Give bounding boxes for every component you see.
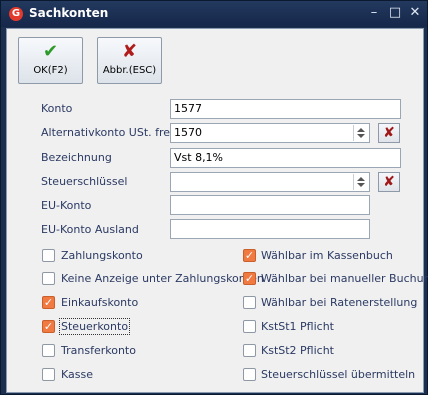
ratenerstellung-label[interactable]: Wählbar bei Ratenerstellung [261, 296, 417, 309]
spin-down-icon[interactable] [357, 134, 365, 138]
title-bar[interactable]: G Sachkonten – □ ✕ [1, 1, 427, 27]
konto-input[interactable]: 1577 [170, 99, 401, 119]
zahlungskonto-checkbox[interactable] [42, 249, 55, 262]
ok-button-label: OK(F2) [33, 65, 68, 76]
minimize-button[interactable]: – [367, 6, 381, 20]
alternativkonto-label: Alternativkonto USt. frei [41, 126, 174, 139]
spin-up-icon[interactable] [357, 128, 365, 132]
maximize-button[interactable]: □ [388, 6, 402, 20]
einkaufskonto-label[interactable]: Einkaufskonto [61, 296, 138, 309]
alternativkonto-spinner[interactable] [353, 125, 368, 141]
dialog-window: G Sachkonten – □ ✕ ✔ OK(F2) ✘ Abbr.(ESC)… [0, 0, 428, 395]
kasse-label[interactable]: Kasse [61, 368, 93, 381]
steuerschluessel-uebermitteln-label[interactable]: Steuerschlüssel übermitteln [261, 368, 415, 381]
kstst1-checkbox[interactable] [243, 320, 256, 333]
steuerschluessel-spinner[interactable] [353, 174, 368, 190]
keine-anzeige-checkbox[interactable] [42, 272, 55, 285]
window-title: Sachkonten [29, 6, 109, 20]
app-logo-icon: G [9, 7, 23, 21]
kassenbuch-checkbox[interactable]: ✓ [243, 249, 256, 262]
cancel-button-label: Abbr.(ESC) [102, 65, 157, 76]
transferkonto-checkbox[interactable] [42, 344, 55, 357]
manuelle-buchung-checkbox[interactable]: ✓ [243, 272, 256, 285]
eu-konto-ausland-label: EU-Konto Ausland [41, 223, 139, 236]
close-button[interactable]: ✕ [408, 6, 422, 20]
transferkonto-label[interactable]: Transferkonto [61, 344, 136, 357]
cancel-button[interactable]: ✘ Abbr.(ESC) [97, 37, 162, 84]
steuerkonto-label[interactable]: Steuerkonto [58, 318, 131, 335]
spin-up-icon[interactable] [357, 177, 365, 181]
ratenerstellung-checkbox[interactable] [243, 296, 256, 309]
steuerkonto-checkbox[interactable]: ✓ [42, 320, 55, 333]
dialog-content: ✔ OK(F2) ✘ Abbr.(ESC) Konto 1577 Alterna… [6, 28, 428, 393]
keine-anzeige-label[interactable]: Keine Anzeige unter Zahlungskonten [61, 272, 264, 285]
cross-icon: ✘ [121, 41, 138, 62]
bezeichnung-label: Bezeichnung [41, 151, 112, 164]
kstst1-label[interactable]: KstSt1 Pflicht [261, 320, 334, 333]
zahlungskonto-label[interactable]: Zahlungskonto [61, 249, 143, 262]
steuerschluessel-label: Steuerschlüssel [41, 175, 128, 188]
checkmark-icon: ✔ [42, 41, 59, 62]
steuerschluessel-select[interactable] [170, 172, 370, 192]
konto-label: Konto [41, 102, 73, 115]
kasse-checkbox[interactable] [42, 368, 55, 381]
kstst2-checkbox[interactable] [243, 344, 256, 357]
eu-konto-input[interactable] [170, 195, 370, 215]
alternativkonto-value: 1570 [174, 126, 202, 139]
bezeichnung-input[interactable]: Vst 8,1% [170, 148, 401, 168]
steuerschluessel-uebermitteln-checkbox[interactable] [243, 368, 256, 381]
kstst2-label[interactable]: KstSt2 Pflicht [261, 344, 334, 357]
ok-button[interactable]: ✔ OK(F2) [18, 37, 83, 84]
clear-alternativkonto-button[interactable]: ✘ [378, 123, 400, 143]
alternativkonto-select[interactable]: 1570 [170, 123, 370, 143]
kassenbuch-label[interactable]: Wählbar im Kassenbuch [261, 249, 393, 262]
einkaufskonto-checkbox[interactable]: ✓ [42, 296, 55, 309]
eu-konto-label: EU-Konto [41, 199, 92, 212]
eu-konto-ausland-input[interactable] [170, 219, 370, 239]
manuelle-buchung-label[interactable]: Wählbar bei manueller Buchung [261, 272, 428, 285]
spin-down-icon[interactable] [357, 183, 365, 187]
clear-steuerschluessel-button[interactable]: ✘ [378, 172, 400, 192]
